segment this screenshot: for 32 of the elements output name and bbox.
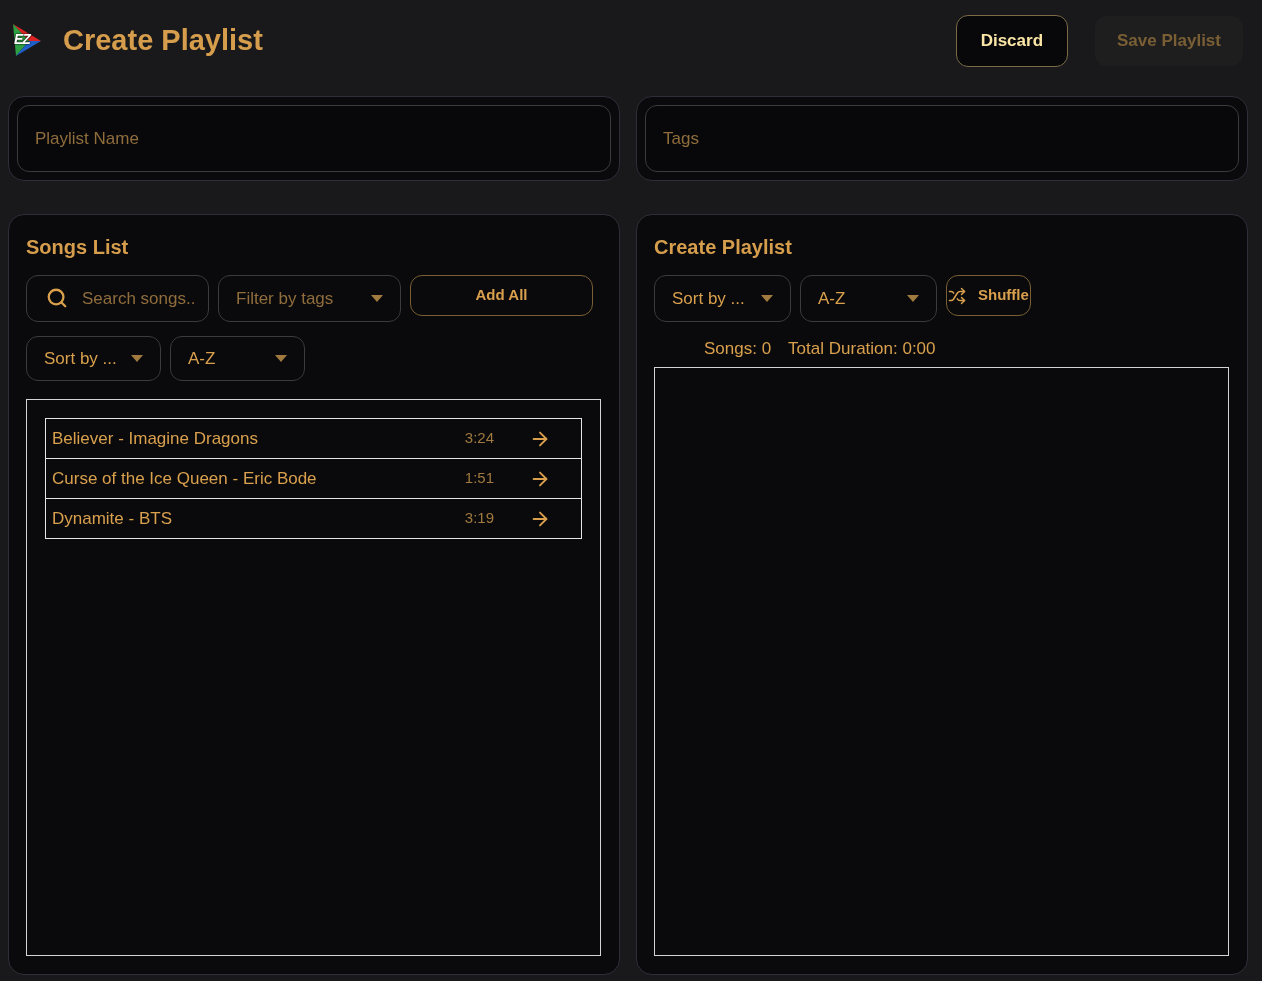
- page-title: Create Playlist: [63, 25, 263, 55]
- tag-filter-select[interactable]: Filter by tags: [218, 275, 401, 322]
- song-row[interactable]: Dynamite - BTS 3:19: [45, 498, 582, 539]
- caret-icon: [131, 355, 143, 362]
- song-duration: 1:51: [464, 468, 494, 489]
- song-row[interactable]: Believer - Imagine Dragons 3:24: [45, 418, 582, 459]
- song-title: Believer - Imagine Dragons: [52, 427, 258, 450]
- total-duration: Total Duration: 0:00: [788, 338, 936, 360]
- sort-select[interactable]: Sort by ...: [654, 275, 791, 322]
- shuffle-button[interactable]: Shuffle: [946, 275, 1031, 316]
- tags-field[interactable]: Tags: [645, 105, 1239, 172]
- shuffle-icon: [948, 286, 966, 305]
- order-select[interactable]: A-Z: [170, 336, 305, 381]
- song-title: Curse of the Ice Queen - Eric Bode: [52, 467, 317, 490]
- search-field[interactable]: Search songs..: [26, 275, 209, 322]
- add-all-button[interactable]: Add All: [410, 275, 593, 316]
- caret-icon: [371, 295, 383, 302]
- caret-icon: [275, 355, 287, 362]
- playlist-name-field[interactable]: Playlist Name: [17, 105, 611, 172]
- search-icon: [46, 287, 68, 309]
- sort-select[interactable]: Sort by ...: [26, 336, 161, 381]
- caret-icon: [761, 295, 773, 302]
- panel-title: Songs List: [26, 235, 130, 259]
- song-row[interactable]: Curse of the Ice Queen - Eric Bode 1:51: [45, 458, 582, 499]
- song-duration: 3:24: [464, 428, 494, 449]
- song-title: Dynamite - BTS: [52, 507, 172, 530]
- panel-title: Create Playlist: [654, 235, 793, 259]
- order-select[interactable]: A-Z: [800, 275, 937, 322]
- song-duration: 3:19: [464, 508, 494, 529]
- discard-button[interactable]: Discard: [955, 14, 1069, 67]
- songs-count: Songs: 0: [704, 338, 772, 360]
- caret-icon: [907, 295, 919, 302]
